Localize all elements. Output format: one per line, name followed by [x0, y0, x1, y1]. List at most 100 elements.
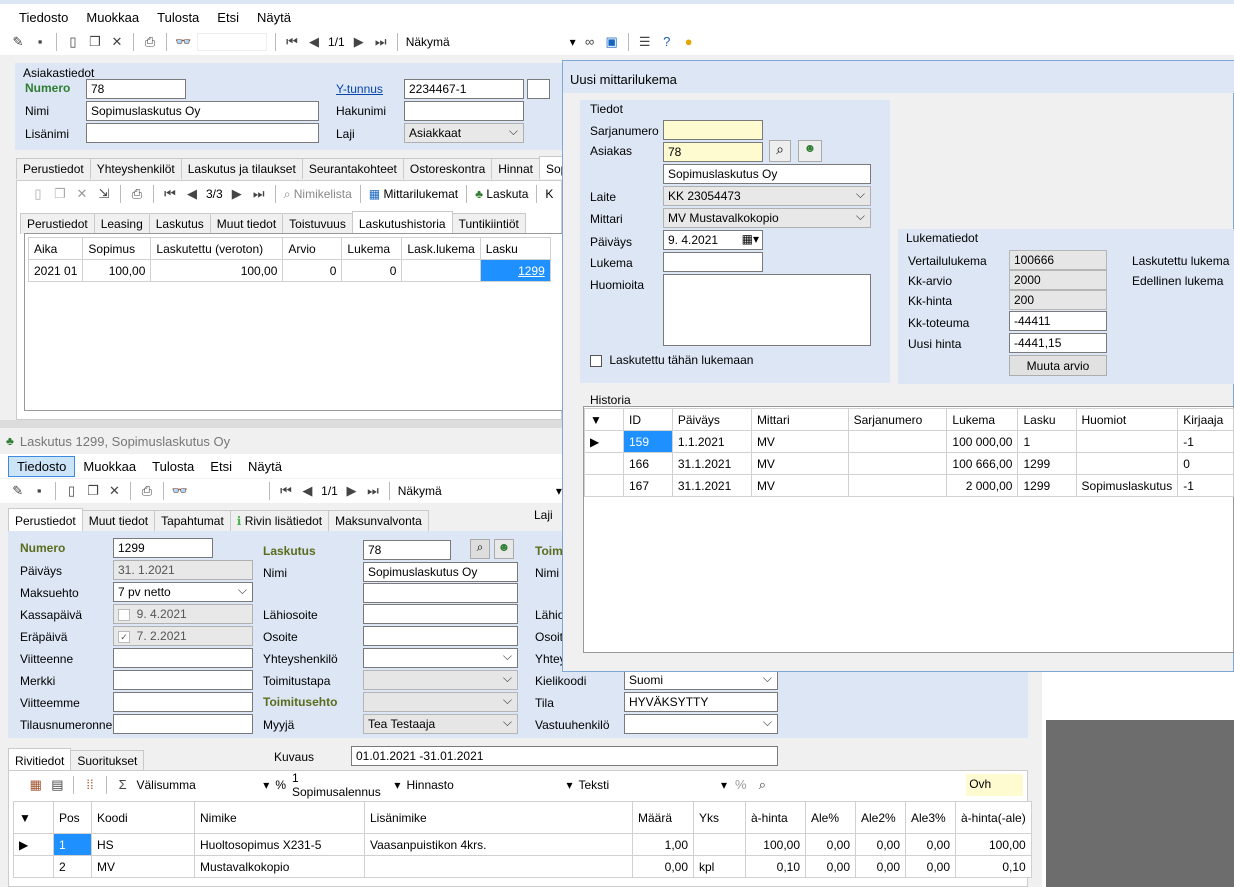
- tab-perustiedot[interactable]: Perustiedot: [20, 213, 95, 234]
- cell[interactable]: MV: [91, 855, 195, 878]
- last-record-icon[interactable]: ⏭: [251, 186, 267, 202]
- delete-icon[interactable]: ✕: [109, 34, 125, 50]
- col-koodi[interactable]: Koodi: [91, 801, 195, 834]
- cell[interactable]: Vaasanpuistikon 4krs.: [364, 833, 633, 856]
- tab-laskutus-ja-tilaukset[interactable]: Laskutus ja tilaukset: [180, 158, 303, 179]
- kuvaus-field[interactable]: 01.01.2021 -31.01.2021: [351, 746, 778, 766]
- cell[interactable]: 166: [622, 452, 673, 475]
- search-input[interactable]: [197, 33, 267, 51]
- osoite-field[interactable]: [363, 626, 518, 646]
- cell[interactable]: 0,00: [805, 855, 856, 878]
- col-lasku[interactable]: Lasku: [1017, 408, 1077, 431]
- valisumma-select[interactable]: Välisumma ▾: [136, 778, 269, 792]
- prev-record-icon[interactable]: ◀: [184, 186, 200, 202]
- new-icon[interactable]: ▯: [64, 483, 79, 499]
- nimi-field[interactable]: Sopimuslaskutus Oy: [363, 562, 518, 582]
- k-button[interactable]: K: [545, 187, 553, 201]
- dropdown-arrow-icon[interactable]: ▾: [394, 778, 400, 792]
- edit-icon[interactable]: ✎: [10, 483, 25, 499]
- col-lukema[interactable]: Lukema: [946, 408, 1019, 431]
- cell[interactable]: [1075, 430, 1179, 453]
- hinnasto-select[interactable]: Hinnasto ▾: [406, 778, 572, 792]
- laskutettu-checkbox[interactable]: Laskutettu tähän lukemaan: [590, 353, 753, 367]
- next-record-icon[interactable]: ▶: [229, 186, 245, 202]
- col-ale2[interactable]: Ale2%: [855, 801, 906, 834]
- kassapaiva-field[interactable]: 9. 4.2021: [113, 604, 253, 624]
- insert-row-icon[interactable]: ▦: [28, 777, 44, 793]
- merkki-field[interactable]: [113, 670, 253, 690]
- search-icon[interactable]: ⌕: [470, 539, 490, 559]
- tab-ostoreskontra[interactable]: Ostoreskontra: [402, 158, 493, 179]
- print-icon[interactable]: ⎙: [142, 34, 158, 50]
- cell[interactable]: 0: [1177, 452, 1234, 475]
- cell[interactable]: 0,00: [632, 855, 694, 878]
- prev-record-icon[interactable]: ◀: [306, 34, 322, 50]
- export-icon[interactable]: ⇲: [96, 186, 112, 202]
- table-row[interactable]: ▶ 159 1.1.2021 MV 100 000,00 1 -1: [584, 430, 1234, 453]
- cell[interactable]: [847, 474, 948, 497]
- menu-tiedosto[interactable]: Tiedosto: [10, 8, 77, 27]
- col-paivays[interactable]: Päiväys: [671, 408, 752, 431]
- laite-select[interactable]: KK 23054473: [663, 186, 871, 206]
- first-record-icon[interactable]: ⏮: [278, 483, 293, 499]
- search-icon[interactable]: ⌕: [755, 777, 771, 793]
- cell[interactable]: 159: [622, 430, 673, 453]
- cell[interactable]: 100 000,00: [946, 430, 1019, 453]
- cell[interactable]: 2021 01: [27, 259, 84, 282]
- viitteenne-field[interactable]: [113, 648, 253, 668]
- cell[interactable]: [693, 833, 746, 856]
- lukema-field[interactable]: [663, 252, 763, 272]
- hakunimi-field[interactable]: [404, 101, 524, 121]
- uusi-hinta-field[interactable]: -4441,15: [1009, 333, 1107, 353]
- col-sarjanumero[interactable]: Sarjanumero: [847, 408, 948, 431]
- tab-rivin-lisatiedot[interactable]: ℹ Rivin lisätiedot: [229, 510, 330, 531]
- checkbox[interactable]: [590, 354, 602, 367]
- maksuehto-select[interactable]: 7 pv netto: [113, 582, 253, 602]
- copy-icon[interactable]: ❐: [87, 34, 103, 50]
- nimi2-field[interactable]: [363, 583, 518, 603]
- checkmark-icon[interactable]: ✓: [118, 630, 130, 643]
- cell[interactable]: MV: [750, 430, 849, 453]
- cell[interactable]: 100,00: [745, 833, 806, 856]
- cell[interactable]: 0,10: [745, 855, 806, 878]
- col-lisanimike[interactable]: Lisänimike: [364, 801, 633, 834]
- delete-icon[interactable]: ✕: [74, 186, 90, 202]
- cell[interactable]: 100,00: [955, 833, 1032, 856]
- menu-etsi[interactable]: Etsi: [202, 457, 240, 476]
- new-icon[interactable]: ▯: [65, 34, 81, 50]
- lahiosoite-field[interactable]: [363, 604, 518, 624]
- menu-tulosta[interactable]: Tulosta: [148, 8, 208, 27]
- toimitustapa-select[interactable]: [363, 670, 518, 690]
- col-ale3[interactable]: Ale3%: [905, 801, 956, 834]
- asiakas-field[interactable]: 78: [663, 142, 763, 162]
- menu-muokkaa[interactable]: Muokkaa: [75, 457, 144, 476]
- cell[interactable]: 1: [1017, 430, 1077, 453]
- last-record-icon[interactable]: ⏭: [373, 34, 389, 50]
- tila-field[interactable]: HYVÄKSYTTY: [624, 692, 778, 712]
- cell[interactable]: 0,00: [855, 833, 906, 856]
- edit-icon[interactable]: ✎: [10, 34, 26, 50]
- col-ale[interactable]: Ale%: [805, 801, 856, 834]
- numero-field[interactable]: 1299: [113, 538, 213, 558]
- menu-nayta[interactable]: Näytä: [240, 457, 290, 476]
- tab-tapahtumat[interactable]: Tapahtumat: [154, 510, 231, 531]
- table-row[interactable]: 166 31.1.2021 MV 100 666,00 1299 0: [584, 452, 1234, 475]
- table-row[interactable]: 2021 01 100,00 100,00 0 0 1299: [27, 259, 551, 282]
- cell[interactable]: 31.1.2021: [671, 452, 752, 475]
- menu-nayta[interactable]: Näytä: [248, 8, 300, 27]
- tab-laskutushistoria[interactable]: Laskutushistoria: [351, 211, 453, 234]
- percent-plus-icon[interactable]: %: [733, 777, 749, 793]
- cell[interactable]: 1299: [1017, 452, 1077, 475]
- cell[interactable]: HS: [91, 833, 195, 856]
- grid-icon[interactable]: ⁞⁞: [82, 777, 98, 793]
- cell[interactable]: 100 666,00: [946, 452, 1019, 475]
- lasku-link[interactable]: 1299: [479, 259, 551, 282]
- sort-icon[interactable]: ▼: [584, 408, 624, 431]
- col-mittari[interactable]: Mittari: [750, 408, 849, 431]
- tab-toistuvuus[interactable]: Toistuvuus: [282, 213, 353, 234]
- col-maara[interactable]: Määrä: [632, 801, 694, 834]
- first-record-icon[interactable]: ⏮: [284, 34, 300, 50]
- col-yks[interactable]: Yks: [693, 801, 746, 834]
- mittari-select[interactable]: MV Mustavalkokopio: [663, 208, 871, 228]
- view-select[interactable]: Näkymä ▾: [398, 484, 562, 498]
